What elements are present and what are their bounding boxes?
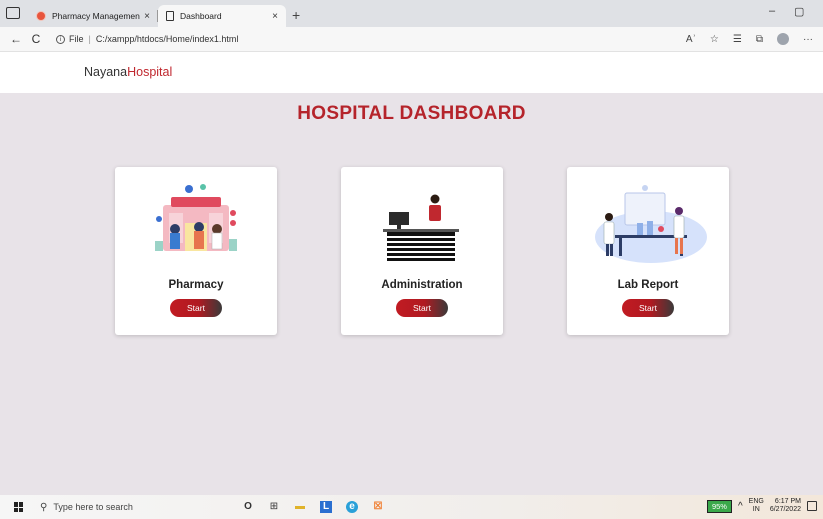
profile-icon[interactable]	[777, 33, 789, 45]
lab-report-label: Lab Report	[617, 279, 679, 291]
url-scheme-label: File	[69, 34, 84, 44]
pharmacy-card: Pharmacy Start	[115, 167, 277, 335]
tab-close-icon[interactable]: ×	[272, 11, 278, 22]
language-indicator[interactable]: ENG IN	[749, 498, 764, 514]
pharmacy-label: Pharmacy	[168, 279, 224, 291]
lab-report-card: Lab Report Start	[567, 167, 729, 335]
restore-button[interactable]: ▢	[794, 5, 804, 18]
administration-card: Administration Start	[341, 167, 503, 335]
url-separator: |	[88, 34, 91, 44]
administration-start-button[interactable]: Start	[396, 299, 448, 317]
taskbar-search-box[interactable]: ⚲ Type here to search	[40, 502, 220, 513]
favorite-icon[interactable]: ☆	[710, 34, 719, 45]
clock[interactable]: 6:17 PM 6/27/2022	[770, 498, 801, 514]
battery-indicator[interactable]: 95%	[706, 499, 732, 513]
favorites-list-icon[interactable]: ☰	[733, 34, 742, 45]
brand-accent-text: Hospital	[127, 65, 173, 79]
tab-title: Dashboard	[180, 11, 222, 21]
cortana-icon[interactable]: O	[242, 501, 254, 513]
info-icon[interactable]: i	[56, 34, 65, 44]
system-tray: 95% ^ ENG IN 6:17 PM 6/27/2022	[706, 498, 817, 514]
taskbar-search-placeholder: Type here to search	[53, 502, 133, 512]
language-code: ENG	[748, 498, 764, 505]
collections-icon[interactable]: ⧉	[756, 34, 763, 45]
notifications-icon[interactable]	[807, 501, 817, 511]
windows-taskbar: ⚲ Type here to search O ⊞ ▬ L e ☒ 95% ^ …	[0, 495, 823, 519]
reception-desk-illustration	[383, 194, 459, 261]
pharmacy-start-button[interactable]: Start	[170, 299, 222, 317]
lab-report-start-button[interactable]: Start	[622, 299, 674, 317]
url-field[interactable]: i File | C:/xampp/htdocs/Home/index1.htm…	[56, 34, 686, 44]
url-text: C:/xampp/htdocs/Home/index1.html	[95, 34, 239, 44]
tab-actions-icon[interactable]	[6, 7, 20, 19]
edge-icon[interactable]: e	[346, 501, 358, 513]
pharmacy-favicon-icon	[36, 11, 46, 21]
tab-pharmacy-login[interactable]: Pharmacy Management - Login ×	[28, 5, 158, 27]
read-aloud-icon[interactable]: Aʾ	[686, 34, 696, 45]
administration-label: Administration	[381, 279, 463, 291]
toolbar-icons: Aʾ ☆ ☰ ⧉ ···	[686, 33, 813, 45]
task-view-icon[interactable]: ⊞	[268, 501, 280, 513]
more-icon[interactable]: ···	[803, 34, 813, 45]
tab-close-icon[interactable]: ×	[144, 11, 150, 22]
brand-logo[interactable]: NayanaHospital	[84, 65, 172, 79]
region-code: IN	[752, 506, 760, 513]
address-bar: ← C i File | C:/xampp/htdocs/Home/index1…	[0, 27, 823, 52]
tray-chevron-icon[interactable]: ^	[738, 501, 743, 512]
pharmacy-illustration	[155, 184, 237, 251]
tab-title: Pharmacy Management - Login	[52, 11, 141, 21]
xampp-icon[interactable]: ☒	[372, 501, 384, 513]
minimize-button[interactable]: –	[769, 5, 775, 17]
reload-button[interactable]: C	[26, 32, 46, 46]
brand-main-text: Nayana	[84, 65, 128, 79]
clock-date: 6/27/2022	[769, 506, 801, 513]
app-l-icon[interactable]: L	[320, 501, 332, 513]
dashboard-page: HOSPITAL DASHBOARD Pharmacy Start Admini…	[0, 93, 823, 495]
taskbar-apps: O ⊞ ▬ L e ☒	[242, 501, 384, 513]
windows-start-icon[interactable]	[14, 502, 24, 512]
page-title: HOSPITAL DASHBOARD	[297, 103, 526, 124]
browser-tab-bar: Pharmacy Management - Login × Dashboard …	[0, 0, 823, 27]
tab-dashboard[interactable]: Dashboard ×	[158, 5, 286, 27]
file-explorer-icon[interactable]: ▬	[294, 501, 306, 513]
laboratory-illustration	[595, 185, 707, 263]
clock-time: 6:17 PM	[774, 498, 801, 505]
new-tab-button[interactable]: +	[292, 5, 300, 27]
search-icon: ⚲	[40, 501, 48, 513]
document-favicon-icon	[166, 11, 174, 21]
site-header: NayanaHospital	[0, 52, 823, 93]
back-button[interactable]: ←	[6, 32, 26, 46]
